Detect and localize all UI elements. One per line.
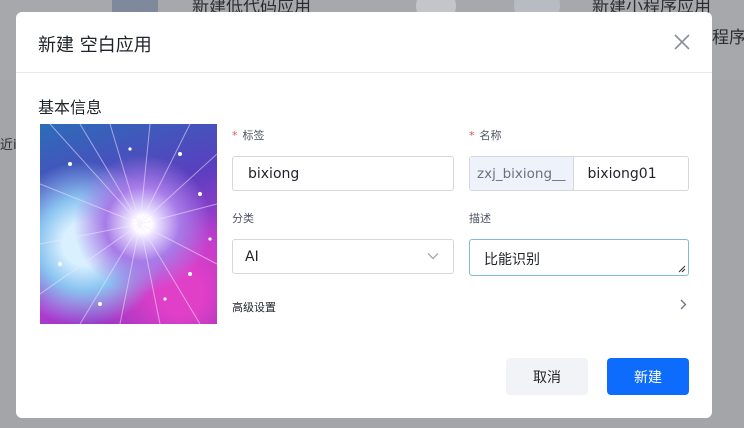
resize-handle-icon[interactable] (677, 264, 686, 273)
required-asterisk: * (469, 129, 475, 142)
name-input[interactable]: zxj_bixiong__ bixiong01 (469, 156, 689, 191)
tag-input-value: bixiong (248, 165, 300, 182)
description-label: 描述 (469, 212, 491, 225)
background-right-text: 程序 (712, 28, 744, 48)
name-label: * 名称 (469, 129, 502, 142)
category-label: 分类 (232, 212, 254, 225)
create-button[interactable]: 新建 (607, 358, 689, 395)
category-select[interactable]: AI (232, 239, 454, 274)
description-value: 比能识别 (484, 252, 540, 268)
name-prefix: zxj_bixiong__ (470, 157, 574, 190)
section-title: 基本信息 (38, 98, 103, 117)
app-cover-image[interactable] (40, 124, 217, 324)
fiber-optic-graphic (40, 124, 217, 324)
description-textarea[interactable]: 比能识别 (469, 239, 689, 276)
dialog-header: 新建 空白应用 (16, 12, 712, 73)
close-icon (674, 34, 690, 50)
advanced-settings-toggle[interactable]: 高级设置 (232, 299, 276, 315)
create-app-dialog: 新建 空白应用 基本信息 * 标签 bixiong * 名称 zxj_bixio… (16, 12, 712, 418)
close-button[interactable] (672, 32, 692, 52)
chevron-down-icon (427, 253, 439, 260)
required-asterisk: * (232, 129, 238, 142)
name-input-value: bixiong01 (587, 165, 657, 182)
tag-label: * 标签 (232, 129, 265, 142)
chevron-right-icon[interactable] (680, 299, 687, 310)
category-selected-value: AI (245, 248, 259, 265)
tag-input[interactable]: bixiong (232, 156, 454, 191)
background-left-text: 近i (0, 138, 17, 153)
cancel-button[interactable]: 取消 (506, 358, 588, 395)
dialog-title: 新建 空白应用 (38, 35, 152, 56)
